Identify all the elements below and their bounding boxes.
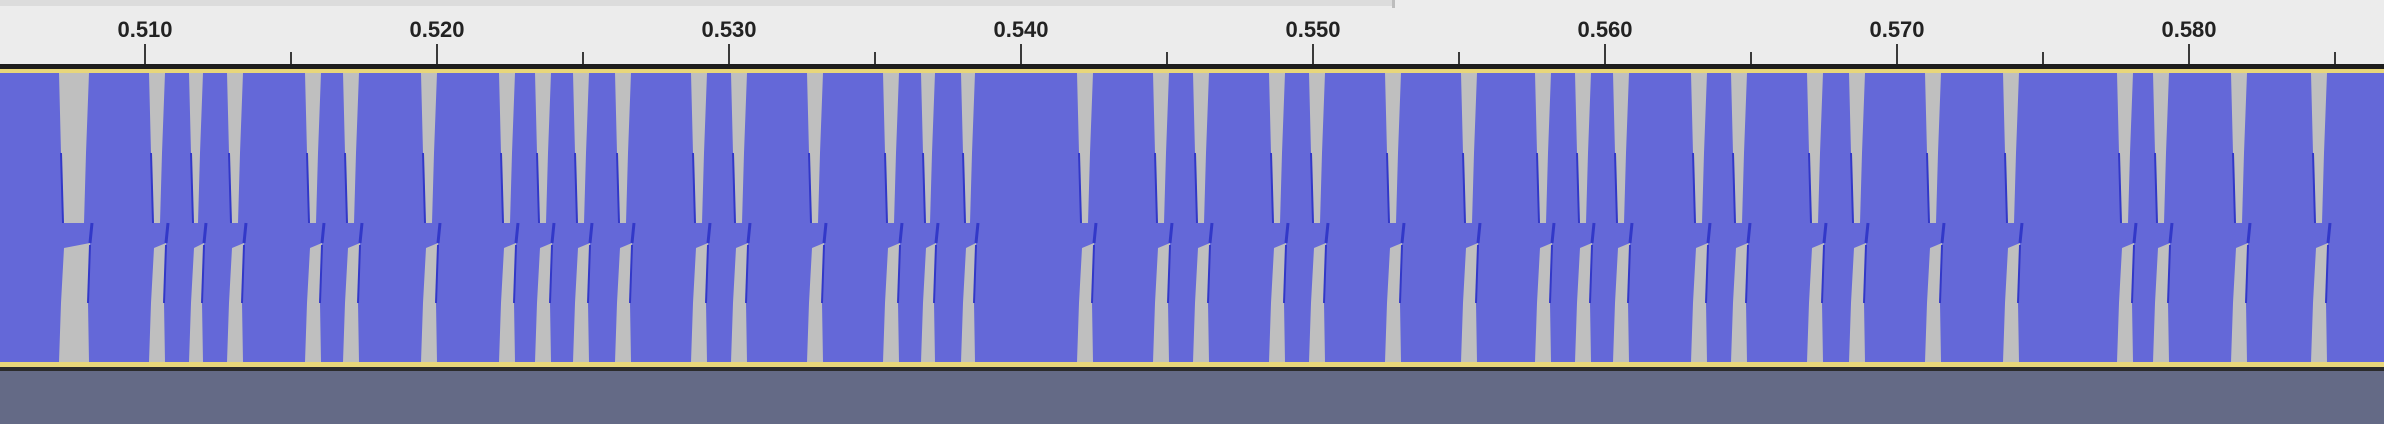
ruler-minor-tick <box>2334 52 2336 64</box>
ruler-major-tick <box>728 44 730 64</box>
ruler-minor-tick <box>582 52 584 64</box>
waveform[interactable] <box>0 73 2384 362</box>
ruler-tick-label: 0.510 <box>117 17 173 42</box>
ruler-major-tick <box>1312 44 1314 64</box>
ruler-top-strip <box>0 0 1392 6</box>
ruler-major-tick <box>1604 44 1606 64</box>
ruler-major-tick <box>436 44 438 64</box>
ruler-tick-label: 0.570 <box>1869 17 1925 42</box>
ruler-tick-label: 0.580 <box>2161 17 2217 42</box>
ruler-tick-label: 0.530 <box>701 17 757 42</box>
ruler-major-tick <box>1896 44 1898 64</box>
ruler-minor-tick <box>1458 52 1460 64</box>
ruler-tick-label: 0.540 <box>993 17 1049 42</box>
ruler-minor-tick <box>874 52 876 64</box>
ruler-minor-tick <box>1166 52 1168 64</box>
ruler-major-tick <box>1020 44 1022 64</box>
ruler-major-tick <box>144 44 146 64</box>
ruler-divider <box>1392 0 1395 8</box>
ruler-major-tick <box>2188 44 2190 64</box>
ruler-tick-label: 0.550 <box>1285 17 1341 42</box>
ruler-minor-tick <box>2042 52 2044 64</box>
empty-track-area <box>0 371 2384 424</box>
ruler-minor-tick <box>290 52 292 64</box>
ruler-minor-tick <box>1750 52 1752 64</box>
ruler-tick-label: 0.560 <box>1577 17 1633 42</box>
timeline-ruler[interactable]: 0.510 0.520 0.530 0.540 0.550 0.560 0.570 0.580 <box>0 0 2384 65</box>
ruler-tick-label: 0.520 <box>409 17 465 42</box>
